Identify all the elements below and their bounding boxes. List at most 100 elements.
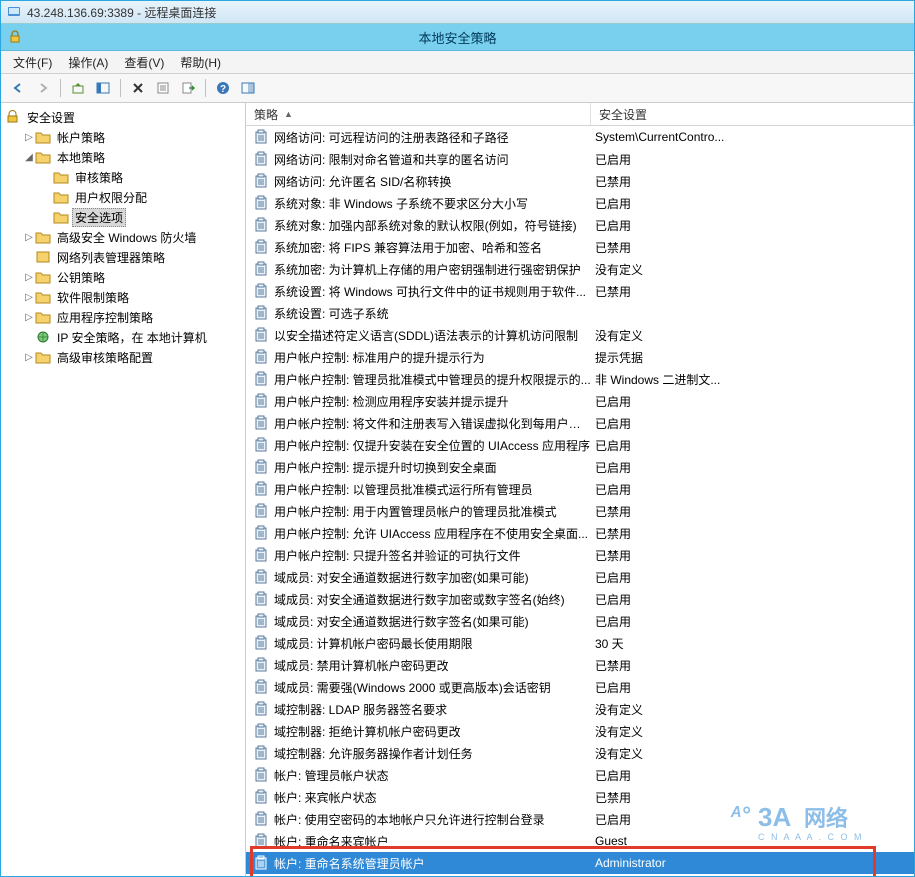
policy-row[interactable]: 网络访问: 允许匿名 SID/名称转换已禁用 — [246, 170, 914, 192]
folder-icon — [35, 330, 51, 344]
folder-icon — [35, 310, 51, 324]
policy-setting: 已禁用 — [595, 173, 914, 190]
policy-row[interactable]: 用户帐户控制: 标准用户的提升提示行为提示凭据 — [246, 346, 914, 368]
col-header-policy[interactable]: 策略 ▲ — [246, 103, 591, 125]
policy-row[interactable]: 域成员: 对安全通道数据进行数字加密(如果可能)已启用 — [246, 566, 914, 588]
policy-setting: Guest — [595, 834, 914, 848]
policy-row[interactable]: 用户帐户控制: 提示提升时切换到安全桌面已启用 — [246, 456, 914, 478]
policy-icon — [254, 569, 270, 585]
policy-row[interactable]: 帐户: 来宾帐户状态已禁用 — [246, 786, 914, 808]
policy-row[interactable]: 用户帐户控制: 仅提升安装在安全位置的 UIAccess 应用程序已启用 — [246, 434, 914, 456]
policy-row[interactable]: 域成员: 对安全通道数据进行数字签名(如果可能)已启用 — [246, 610, 914, 632]
policy-name: 系统设置: 可选子系统 — [274, 305, 595, 322]
tree-twisty[interactable]: ◢ — [23, 152, 35, 163]
tree-twisty[interactable]: ▷ — [23, 132, 35, 143]
tree-item[interactable]: ▷高级安全 Windows 防火墙 — [1, 227, 245, 247]
tree-item[interactable]: ▷公钥策略 — [1, 267, 245, 287]
forward-button[interactable] — [32, 77, 54, 99]
up-button[interactable] — [67, 77, 89, 99]
policy-row[interactable]: 网络访问: 可远程访问的注册表路径和子路径System\CurrentContr… — [246, 126, 914, 148]
policy-row[interactable]: 域控制器: 拒绝计算机帐户密码更改没有定义 — [246, 720, 914, 742]
policy-row[interactable]: 用户帐户控制: 以管理员批准模式运行所有管理员已启用 — [246, 478, 914, 500]
properties-button[interactable] — [152, 77, 174, 99]
policy-name: 系统对象: 非 Windows 子系统不要求区分大小写 — [274, 195, 595, 212]
policy-row[interactable]: 系统对象: 加强内部系统对象的默认权限(例如，符号链接)已启用 — [246, 214, 914, 236]
menu-help[interactable]: 帮助(H) — [172, 52, 229, 73]
tree-item[interactable]: ▷应用程序控制策略 — [1, 307, 245, 327]
policy-setting: 已启用 — [595, 811, 914, 828]
tree-item[interactable]: ▷帐户策略 — [1, 127, 245, 147]
tree-twisty[interactable]: ▷ — [23, 312, 35, 323]
tree-item[interactable]: IP 安全策略，在 本地计算机 — [1, 327, 245, 347]
tree-twisty[interactable]: ▷ — [23, 352, 35, 363]
tree-item[interactable]: ▷ 软件限制策略 — [1, 287, 245, 307]
policy-setting: 已启用 — [595, 437, 914, 454]
policy-row[interactable]: 域成员: 需要强(Windows 2000 或更高版本)会话密钥已启用 — [246, 676, 914, 698]
folder-icon — [35, 250, 51, 264]
policy-list[interactable]: 策略 ▲ 安全设置 网络访问: 可远程访问的注册表路径和子路径System\Cu… — [246, 103, 914, 877]
policy-row[interactable]: 域成员: 对安全通道数据进行数字加密或数字签名(始终)已启用 — [246, 588, 914, 610]
policy-row[interactable]: 用户帐户控制: 用于内置管理员帐户的管理员批准模式已禁用 — [246, 500, 914, 522]
policy-setting: 没有定义 — [595, 327, 914, 344]
policy-row[interactable]: 用户帐户控制: 管理员批准模式中管理员的提升权限提示的...非 Windows … — [246, 368, 914, 390]
policy-row[interactable]: 用户帐户控制: 将文件和注册表写入错误虚拟化到每用户位置已启用 — [246, 412, 914, 434]
policy-name: 用户帐户控制: 只提升签名并验证的可执行文件 — [274, 547, 595, 564]
policy-row[interactable]: 域成员: 计算机帐户密码最长使用期限30 天 — [246, 632, 914, 654]
policy-row[interactable]: 用户帐户控制: 允许 UIAccess 应用程序在不使用安全桌面...已禁用 — [246, 522, 914, 544]
policy-icon — [254, 217, 270, 233]
policy-row[interactable]: 域控制器: 允许服务器操作者计划任务没有定义 — [246, 742, 914, 764]
refresh-button[interactable] — [237, 77, 259, 99]
policy-row[interactable]: 系统加密: 将 FIPS 兼容算法用于加密、哈希和签名已禁用 — [246, 236, 914, 258]
help-button[interactable]: ? — [212, 77, 234, 99]
tree-twisty[interactable]: ▷ — [23, 292, 35, 303]
tree-item[interactable]: 网络列表管理器策略 — [1, 247, 245, 267]
tree-root[interactable]: 安全设置 — [1, 107, 245, 127]
security-shield-icon — [7, 29, 23, 45]
policy-row[interactable]: 域成员: 禁用计算机帐户密码更改已禁用 — [246, 654, 914, 676]
tree-twisty[interactable]: ▷ — [23, 232, 35, 243]
nav-tree[interactable]: 安全设置 ▷帐户策略◢本地策略审核策略用户权限分配安全选项▷高级安全 Windo… — [1, 103, 246, 877]
tree-item-label: 用户权限分配 — [72, 188, 150, 207]
tree-twisty[interactable]: ▷ — [23, 272, 35, 283]
policy-row[interactable]: 帐户: 重命名系统管理员帐户Administrator — [246, 852, 914, 874]
menu-view[interactable]: 查看(V) — [116, 52, 172, 73]
menu-action[interactable]: 操作(A) — [60, 52, 116, 73]
policy-name: 用户帐户控制: 以管理员批准模式运行所有管理员 — [274, 481, 595, 498]
policy-row[interactable]: 用户帐户控制: 检测应用程序安装并提示提升已启用 — [246, 390, 914, 412]
policy-row[interactable]: 网络访问: 限制对命名管道和共享的匿名访问已启用 — [246, 148, 914, 170]
tree-item-label: 软件限制策略 — [54, 288, 132, 307]
policy-row[interactable]: 系统对象: 非 Windows 子系统不要求区分大小写已启用 — [246, 192, 914, 214]
policy-setting: 已启用 — [595, 569, 914, 586]
delete-button[interactable] — [127, 77, 149, 99]
policy-name: 域成员: 需要强(Windows 2000 或更高版本)会话密钥 — [274, 679, 595, 696]
tree-item[interactable]: 审核策略 — [1, 167, 245, 187]
policy-icon — [254, 635, 270, 651]
policy-setting: 提示凭据 — [595, 349, 914, 366]
policy-row[interactable]: 帐户: 使用空密码的本地帐户只允许进行控制台登录已启用 — [246, 808, 914, 830]
col-header-setting[interactable]: 安全设置 — [591, 103, 914, 125]
tree-item[interactable]: ◢本地策略 — [1, 147, 245, 167]
policy-row[interactable]: 系统设置: 可选子系统 — [246, 302, 914, 324]
toolbar: ? — [1, 74, 914, 103]
show-hide-tree-button[interactable] — [92, 77, 114, 99]
policy-setting: 已禁用 — [595, 657, 914, 674]
tree-item[interactable]: 安全选项 — [1, 207, 245, 227]
menu-file[interactable]: 文件(F) — [5, 52, 60, 73]
policy-name: 用户帐户控制: 提示提升时切换到安全桌面 — [274, 459, 595, 476]
policy-row[interactable]: 以安全描述符定义语言(SDDL)语法表示的计算机访问限制没有定义 — [246, 324, 914, 346]
back-button[interactable] — [7, 77, 29, 99]
policy-row[interactable]: 用户帐户控制: 只提升签名并验证的可执行文件已禁用 — [246, 544, 914, 566]
policy-row[interactable]: 帐户: 管理员帐户状态已启用 — [246, 764, 914, 786]
policy-icon — [254, 239, 270, 255]
tree-item[interactable]: ▷高级审核策略配置 — [1, 347, 245, 367]
policy-setting: 已禁用 — [595, 503, 914, 520]
folder-icon — [35, 230, 51, 244]
export-button[interactable] — [177, 77, 199, 99]
policy-row[interactable]: 系统加密: 为计算机上存储的用户密钥强制进行强密钥保护没有定义 — [246, 258, 914, 280]
policy-row[interactable]: 域控制器: LDAP 服务器签名要求没有定义 — [246, 698, 914, 720]
policy-row[interactable]: 系统设置: 将 Windows 可执行文件中的证书规则用于软件...已禁用 — [246, 280, 914, 302]
policy-row[interactable]: 帐户: 重命名来宾帐户Guest — [246, 830, 914, 852]
policy-name: 域控制器: 拒绝计算机帐户密码更改 — [274, 723, 595, 740]
tree-item[interactable]: 用户权限分配 — [1, 187, 245, 207]
policy-setting: System\CurrentContro... — [595, 130, 914, 144]
